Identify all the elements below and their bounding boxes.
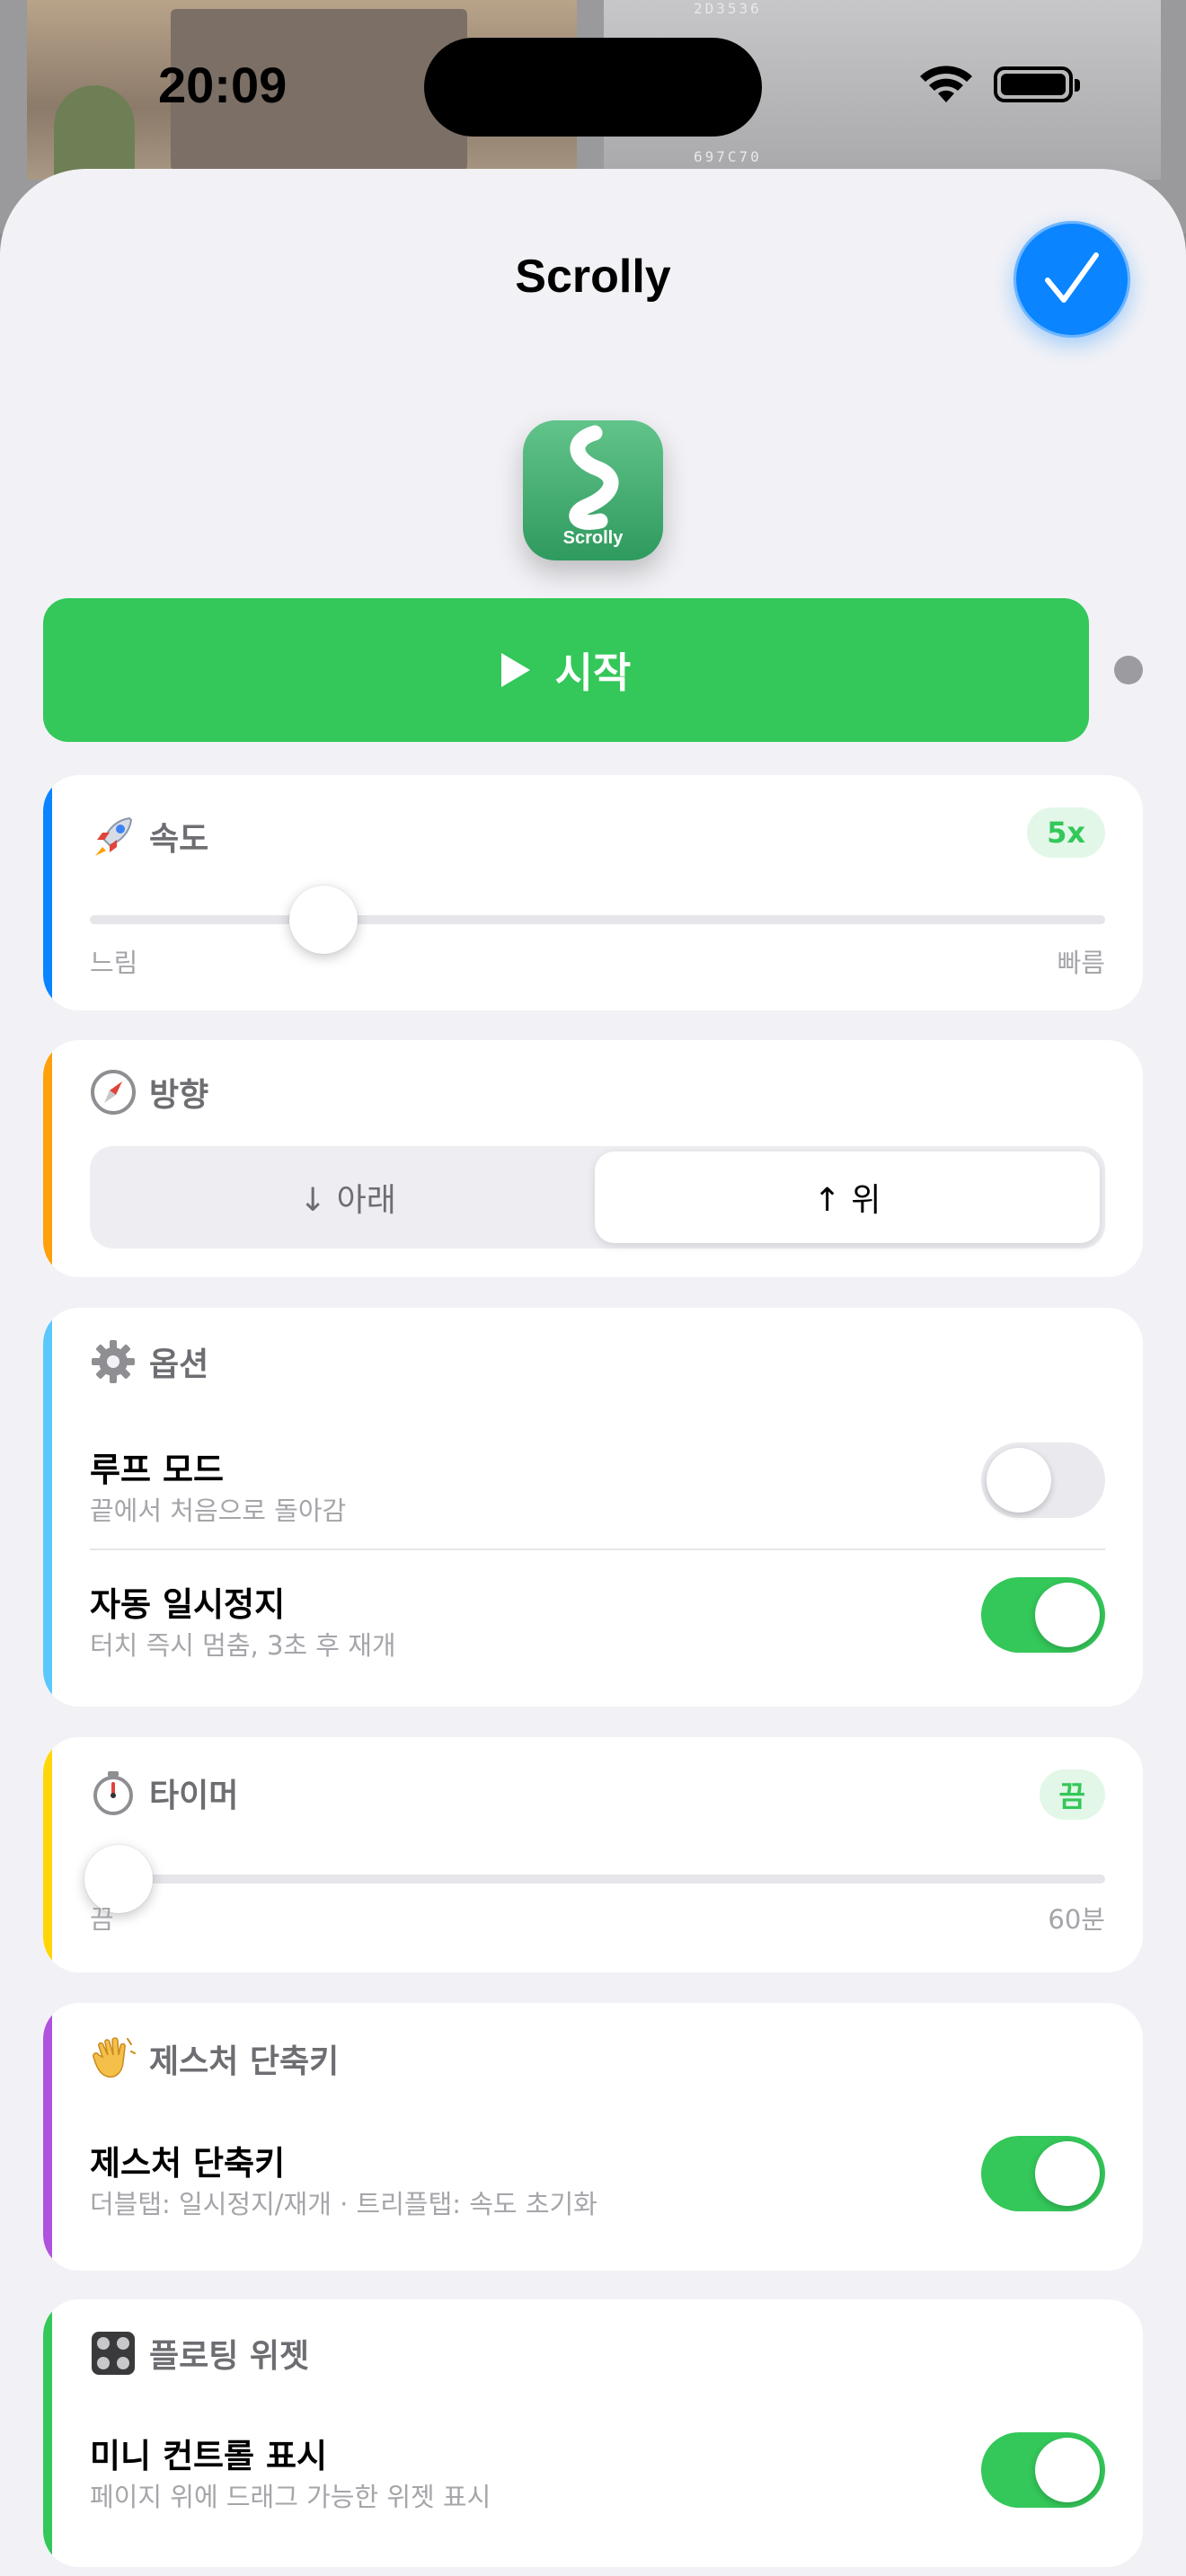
speed-slider-track[interactable] [90,915,1105,924]
floating-title: 플로팅 위젯 [149,2338,310,2375]
speed-value-badge: 5x [1027,807,1105,858]
floating-toggle[interactable] [981,2432,1105,2508]
timer-header: 타이머 [90,1769,238,1816]
options-card: 옵션 루프 모드 끝에서 처음으로 돌아감 자동 일시정지 터치 즉시 멈춤, … [43,1308,1143,1707]
auto-pause-subtitle: 터치 즉시 멈춤, 3초 후 재개 [90,1630,396,1661]
gesture-toggle[interactable] [981,2136,1105,2211]
speed-min-label: 느림 [90,948,138,978]
gesture-title: 제스처 단축키 [149,2043,340,2080]
toggle-knob [1035,2141,1100,2206]
start-button-label: 시작 [554,648,632,697]
dynamic-island [424,38,762,137]
timer-value-badge: 끔 [1039,1769,1105,1820]
speed-max-label: 빠름 [1057,948,1105,978]
gesture-header: 제스처 단축키 [90,2035,339,2082]
done-button[interactable] [1013,221,1130,338]
loop-mode-subtitle: 끝에서 처음으로 돌아감 [90,1495,347,1526]
gesture-accent-bar [43,2003,52,2271]
direction-header: 방향 [90,1069,208,1116]
settings-sheet: Scrolly Scrolly 시작 속도 5x 느림 빠름 방향 ↓ 아래 ↑… [0,169,1186,2576]
direction-title: 방향 [149,1077,209,1114]
gear-icon [92,1340,135,1383]
speed-header: 속도 [90,813,208,860]
status-time: 20:09 [158,57,288,113]
options-divider [90,1548,1105,1550]
loop-mode-toggle[interactable] [981,1442,1105,1518]
direction-down-option[interactable]: ↓ 아래 [95,1151,600,1243]
control-knobs-icon [92,2332,135,2375]
app-icon: Scrolly [523,420,663,560]
speed-title: 속도 [149,821,209,858]
loop-mode-title: 루프 모드 [90,1451,225,1489]
options-header: 옵션 [90,1338,208,1385]
checkmark-icon [1045,252,1099,303]
toggle-knob [1035,1583,1100,1647]
floating-item-title: 미니 컨트롤 표시 [90,2437,328,2475]
background-color-code-bottom: 697C70 [694,148,762,165]
app-icon-label: Scrolly [562,528,624,548]
options-accent-bar [43,1308,52,1707]
gesture-item-title: 제스처 단축키 [90,2144,286,2183]
direction-card: 방향 ↓ 아래 ↑ 위 [43,1040,1143,1277]
sheet-title: Scrolly [515,251,671,303]
gesture-card: 제스처 단축키 제스처 단축키 더블탭: 일시정지/재개 · 트리플탭: 속도 … [43,2003,1143,2271]
timer-min-label: 끔 [90,1904,114,1935]
wifi-icon [920,66,972,102]
speed-card: 속도 5x 느림 빠름 [43,775,1143,1010]
direction-up-option[interactable]: ↑ 위 [595,1151,1100,1243]
direction-accent-bar [43,1040,52,1277]
timer-max-label: 60분 [1048,1904,1105,1935]
stopwatch-icon [93,1771,133,1815]
background-color-code-top: 2D3536 [694,0,762,17]
timer-title: 타이머 [149,1778,239,1814]
rocket-icon [95,816,133,856]
timer-accent-bar [43,1737,52,1972]
auto-pause-title: 자동 일시정지 [90,1585,286,1624]
compass-icon [91,1070,136,1115]
floating-item-subtitle: 페이지 위에 드래그 가능한 위젯 표시 [90,2482,491,2512]
floating-header: 플로팅 위젯 [90,2330,309,2377]
options-title: 옵션 [149,1346,209,1383]
floating-accent-bar [43,2299,52,2567]
battery-icon [994,66,1080,102]
floating-widget-card: 플로팅 위젯 미니 컨트롤 표시 페이지 위에 드래그 가능한 위젯 표시 [43,2299,1143,2567]
direction-segmented-control: ↓ 아래 ↑ 위 [90,1146,1105,1248]
page-indicator-dot [1114,656,1143,684]
toggle-knob [987,1448,1051,1513]
auto-pause-toggle[interactable] [981,1577,1105,1653]
waving-hand-icon [93,2037,136,2078]
start-button[interactable]: 시작 [43,598,1089,742]
gesture-item-subtitle: 더블탭: 일시정지/재개 · 트리플탭: 속도 초기화 [90,2189,597,2219]
speed-slider-thumb[interactable] [288,886,358,954]
status-icons [916,63,1080,108]
speed-accent-bar [43,775,52,1010]
toggle-knob [1035,2438,1100,2502]
timer-card: 타이머 끔 끔 60분 [43,1737,1143,1972]
play-icon [500,653,530,687]
timer-slider-track[interactable] [90,1875,1105,1883]
